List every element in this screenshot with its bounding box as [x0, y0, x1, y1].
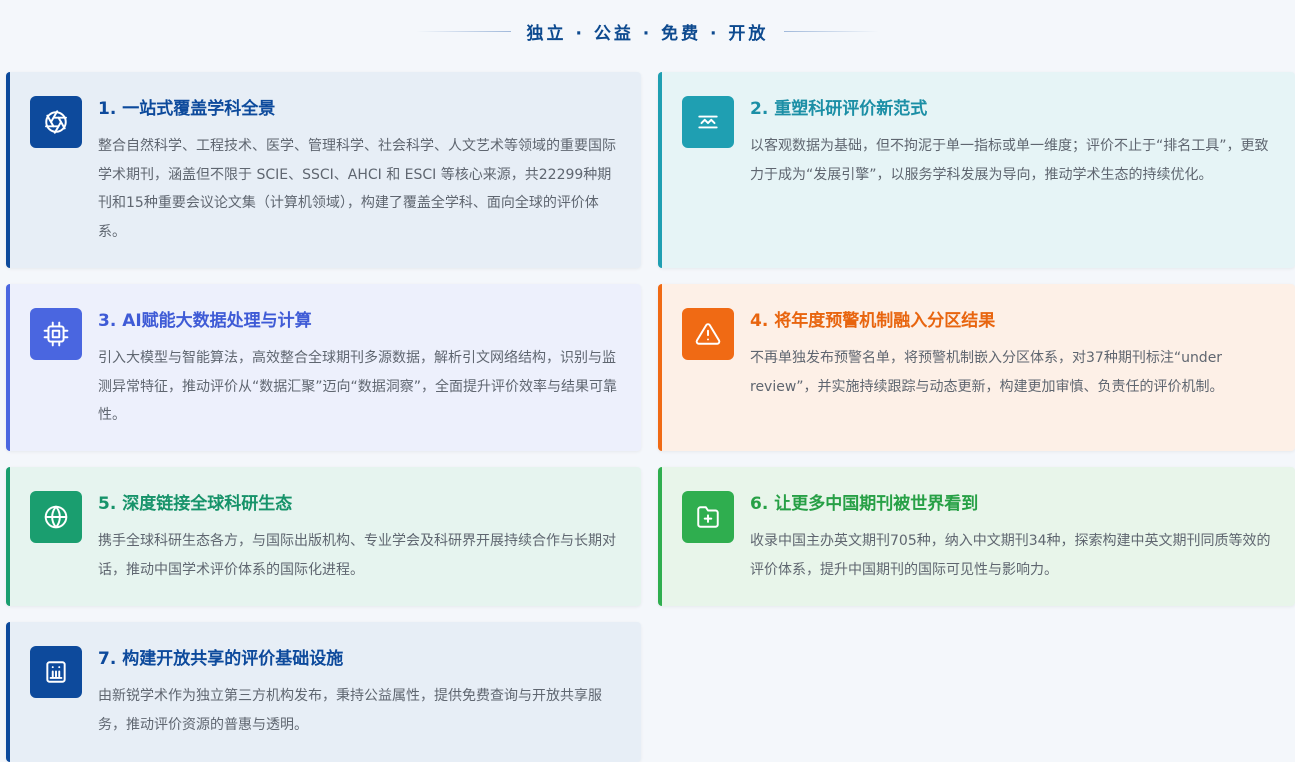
divider-right [784, 30, 880, 32]
card-title: 6. 让更多中国期刊被世界看到 [750, 494, 979, 514]
divider-left [415, 30, 511, 32]
card-title: 3. AI赋能大数据处理与计算 [98, 311, 312, 331]
card-description: 以客观数据为基础，但不拘泥于单一指标或单一维度；评价不止于“排名工具”，更致力于… [750, 138, 1269, 183]
card-description: 不再单独发布预警名单，将预警机制嵌入分区体系，对37种期刊标注“under re… [750, 350, 1224, 395]
globe-icon [30, 491, 82, 543]
slogan-header: 独立 · 公益 · 免费 · 开放 [0, 0, 1295, 62]
cpu-icon [30, 308, 82, 360]
feature-card-chinese-journals: 6. 让更多中国期刊被世界看到 收录中国主办英文期刊705种，纳入中文期刊34种… [658, 467, 1295, 606]
feature-card-ai-processing: 3. AI赋能大数据处理与计算 引入大模型与智能算法，高效整合全球期刊多源数据，… [6, 284, 641, 451]
card-description: 收录中国主办英文期刊705种，纳入中文期刊34种，探索构建中英文期刊同质等效的评… [750, 533, 1271, 578]
feature-card-coverage: 1. 一站式覆盖学科全景 整合自然科学、工程技术、医学、管理科学、社会科学、人文… [6, 72, 641, 268]
feature-card-warning-mechanism: 4. 将年度预警机制融入分区结果 不再单独发布预警名单，将预警机制嵌入分区体系，… [658, 284, 1295, 451]
card-title: 7. 构建开放共享的评价基础设施 [98, 649, 344, 669]
card-description: 由新锐学术作为独立第三方机构发布，秉持公益属性，提供免费查询与开放共享服务，推动… [98, 688, 602, 733]
card-description: 携手全球科研生态各方，与国际出版机构、专业学会及科研界开展持续合作与长期对话，推… [98, 533, 616, 578]
feature-card-evaluation-paradigm: 2. 重塑科研评价新范式 以客观数据为基础，但不拘泥于单一指标或单一维度；评价不… [658, 72, 1295, 268]
feature-card-open-infrastructure: 7. 构建开放共享的评价基础设施 由新锐学术作为独立第三方机构发布，秉持公益属性… [6, 622, 641, 762]
building-icon [30, 646, 82, 698]
card-title: 5. 深度链接全球科研生态 [98, 494, 293, 514]
card-description: 整合自然科学、工程技术、医学、管理科学、社会科学、人文艺术等领域的重要国际学术期… [98, 138, 616, 240]
slogan-text: 独立 · 公益 · 免费 · 开放 [526, 23, 769, 44]
card-title: 4. 将年度预警机制融入分区结果 [750, 311, 996, 331]
feature-card-global-ecosystem: 5. 深度链接全球科研生态 携手全球科研生态各方，与国际出版机构、专业学会及科研… [6, 467, 641, 606]
warning-icon [682, 308, 734, 360]
folder-plus-icon [682, 491, 734, 543]
aperture-icon [30, 96, 82, 148]
card-title: 1. 一站式覆盖学科全景 [98, 99, 276, 119]
card-description: 引入大模型与智能算法，高效整合全球期刊多源数据，解析引文网络结构，识别与监测异常… [98, 350, 618, 423]
card-title: 2. 重塑科研评价新范式 [750, 99, 928, 119]
scale-icon [682, 96, 734, 148]
